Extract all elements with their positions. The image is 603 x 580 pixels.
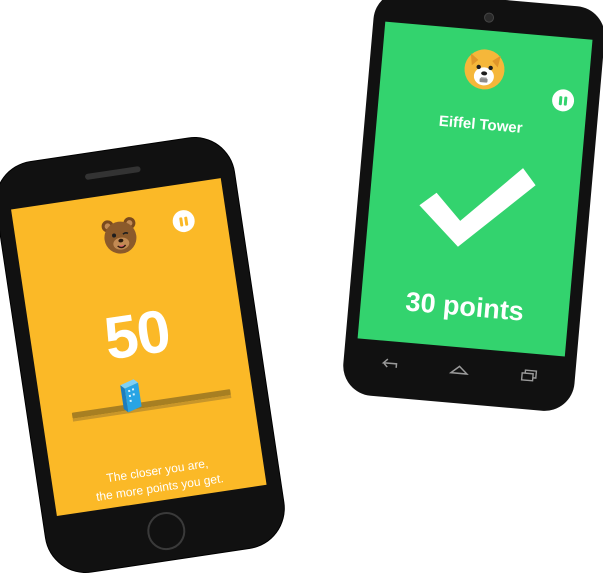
dog-avatar-icon xyxy=(464,49,505,90)
hint-text: The closer you are, the more points you … xyxy=(57,448,260,511)
pause-button[interactable] xyxy=(171,208,197,234)
recents-icon[interactable] xyxy=(519,369,538,383)
android-device: Eiffel Tower 30 points xyxy=(340,0,603,414)
pause-icon xyxy=(178,216,184,227)
points-display: 30 points xyxy=(404,286,526,327)
iphone-device: 50 The closer you are, the more points y… xyxy=(0,132,290,578)
score-display: 50 xyxy=(99,296,174,373)
checkmark-icon xyxy=(419,168,536,247)
pause-button[interactable] xyxy=(551,88,576,113)
landmark-title: Eiffel Tower xyxy=(438,112,524,137)
speaker-grille xyxy=(84,165,141,181)
pause-icon xyxy=(558,95,563,105)
iphone-screen: 50 The closer you are, the more points y… xyxy=(11,178,267,517)
home-icon[interactable] xyxy=(448,363,470,377)
front-camera xyxy=(483,12,495,24)
home-button[interactable] xyxy=(144,509,188,553)
android-screen: Eiffel Tower 30 points xyxy=(357,21,593,357)
back-icon[interactable] xyxy=(380,357,399,371)
building-slider-handle[interactable] xyxy=(117,376,144,415)
bear-avatar-icon xyxy=(101,217,137,254)
